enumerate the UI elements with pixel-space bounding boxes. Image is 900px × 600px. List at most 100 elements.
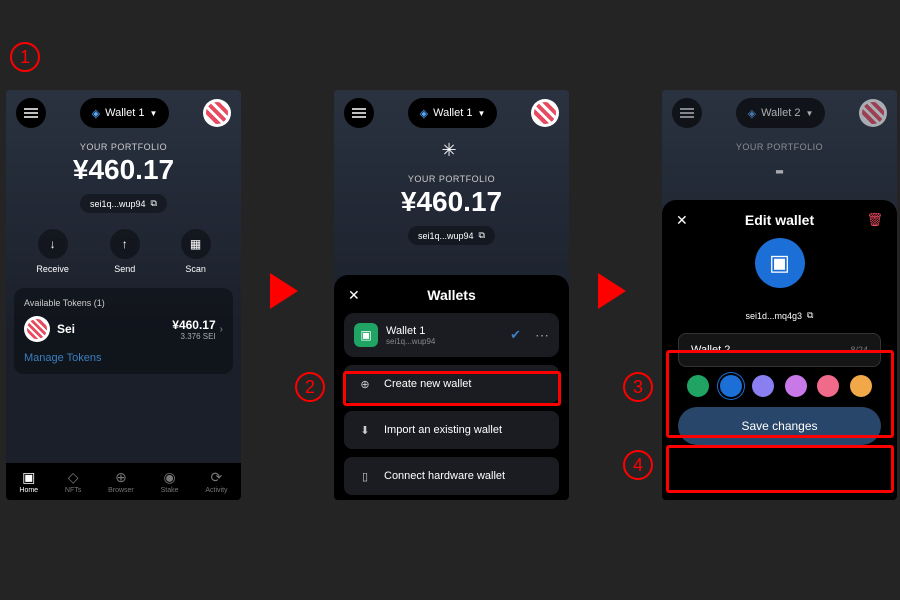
receive-button[interactable]: ↓ Receive — [36, 229, 69, 274]
nav-stake[interactable]: ◉Stake — [161, 469, 179, 494]
plus-icon: ⊕ — [356, 375, 374, 393]
nav-activity[interactable]: ⟳Activity — [205, 469, 227, 494]
chevron-down-icon: ▼ — [477, 109, 485, 118]
loading-spinner-icon — [442, 140, 462, 160]
save-button[interactable]: Save changes — [678, 407, 881, 445]
portfolio-label: YOUR PORTFOLIO — [6, 142, 241, 152]
delete-button[interactable]: 🗑 — [866, 212, 883, 228]
nft-icon: ◇ — [65, 469, 81, 485]
hamburger-icon — [24, 108, 38, 118]
wallet-row-name: Wallet 1 — [386, 325, 435, 337]
wallets-sheet: ✕ Wallets ▣ Wallet 1 sei1q...wup94 ✔ ⋯ ⊕… — [334, 275, 569, 500]
hardware-icon: ▯ — [356, 467, 374, 485]
portfolio-value: - — [662, 154, 897, 186]
menu-button[interactable] — [16, 98, 46, 128]
download-icon: ↓ — [50, 237, 56, 251]
token-row[interactable]: Sei ¥460.17 3.376 SEI › — [24, 316, 223, 342]
hardware-wallet-label: Connect hardware wallet — [384, 470, 505, 482]
app-logo — [859, 99, 887, 127]
portfolio-value: ¥460.17 — [334, 186, 569, 218]
app-logo — [531, 99, 559, 127]
nav-nfts[interactable]: ◇NFTs — [65, 469, 81, 494]
address-text: sei1d...mq4g3 — [746, 311, 803, 321]
diamond-icon: ◈ — [420, 107, 428, 120]
phone-screen-2: ◈ Wallet 1 ▼ YOUR PORTFOLIO ¥460.17 sei1… — [334, 90, 569, 500]
chevron-down-icon: ▼ — [805, 109, 813, 118]
wallet-avatar: ▣ — [755, 238, 805, 288]
step-badge-4: 4 — [623, 450, 653, 480]
portfolio-label: YOUR PORTFOLIO — [662, 142, 897, 152]
hamburger-icon — [352, 108, 366, 118]
step-badge-1: 1 — [10, 42, 40, 72]
address-text: sei1q...wup94 — [90, 199, 146, 209]
wallet-icon: ▣ — [354, 323, 378, 347]
address-pill[interactable]: sei1q...wup94 ⧉ — [80, 194, 167, 213]
wallet-selector-label: Wallet 2 — [761, 107, 800, 119]
color-purple[interactable] — [752, 375, 774, 397]
sheet-title: Wallets — [427, 287, 476, 303]
bottom-nav: ▣Home ◇NFTs ⊕Browser ◉Stake ⟳Activity — [6, 463, 241, 500]
manage-tokens-link[interactable]: Manage Tokens — [24, 352, 223, 364]
arrow-icon — [598, 273, 626, 309]
qr-icon: ▦ — [190, 237, 201, 251]
wallet-name-value: Wallet 2 — [691, 344, 730, 356]
scan-label: Scan — [185, 264, 206, 274]
menu-button[interactable] — [672, 98, 702, 128]
import-icon: ⬇ — [356, 421, 374, 439]
sheet-title: Edit wallet — [745, 212, 814, 228]
close-button[interactable]: ✕ — [676, 212, 688, 229]
close-button[interactable]: ✕ — [348, 287, 360, 304]
wallet-name-input[interactable]: Wallet 2 8/24 — [678, 333, 881, 367]
color-green[interactable] — [687, 375, 709, 397]
send-button[interactable]: ↑ Send — [110, 229, 140, 274]
chevron-down-icon: ▼ — [149, 109, 157, 118]
tokens-header: Available Tokens (1) — [24, 298, 223, 308]
wallet-row[interactable]: ▣ Wallet 1 sei1q...wup94 ✔ ⋯ — [344, 313, 559, 357]
address-text: sei1q...wup94 — [418, 231, 474, 241]
sei-token-icon — [24, 316, 50, 342]
token-amount: 3.376 SEI — [172, 332, 215, 341]
tokens-card: Available Tokens (1) Sei ¥460.17 3.376 S… — [14, 288, 233, 374]
scan-button[interactable]: ▦ Scan — [181, 229, 211, 274]
create-wallet-button[interactable]: ⊕ Create new wallet — [344, 365, 559, 403]
wallet-row-addr: sei1q...wup94 — [386, 337, 435, 346]
globe-icon: ⊕ — [113, 469, 129, 485]
wallet-selector[interactable]: ◈ Wallet 1 ▼ — [80, 98, 170, 128]
nav-home[interactable]: ▣Home — [19, 469, 38, 494]
chevron-right-icon: › — [220, 324, 223, 335]
hamburger-icon — [680, 108, 694, 118]
copy-icon: ⧉ — [479, 230, 485, 241]
diamond-icon: ◈ — [92, 107, 100, 120]
import-wallet-button[interactable]: ⬇ Import an existing wallet — [344, 411, 559, 449]
wallet-selector[interactable]: ◈ Wallet 2 ▼ — [736, 98, 826, 128]
stake-icon: ◉ — [162, 469, 178, 485]
step-badge-3: 3 — [623, 372, 653, 402]
color-rose[interactable] — [817, 375, 839, 397]
wallet-selector-label: Wallet 1 — [433, 107, 472, 119]
color-blue[interactable] — [720, 375, 742, 397]
diamond-icon: ◈ — [748, 107, 756, 120]
token-value: ¥460.17 — [172, 318, 215, 332]
portfolio-label: YOUR PORTFOLIO — [334, 174, 569, 184]
receive-label: Receive — [36, 264, 69, 274]
copy-icon: ⧉ — [151, 198, 157, 209]
color-picker — [682, 375, 877, 397]
arrow-icon — [270, 273, 298, 309]
more-icon[interactable]: ⋯ — [535, 327, 549, 344]
hardware-wallet-button[interactable]: ▯ Connect hardware wallet — [344, 457, 559, 495]
check-icon: ✔ — [510, 327, 521, 343]
nav-browser[interactable]: ⊕Browser — [108, 469, 134, 494]
menu-button[interactable] — [344, 98, 374, 128]
home-icon: ▣ — [21, 469, 37, 485]
import-wallet-label: Import an existing wallet — [384, 424, 502, 436]
edit-wallet-sheet: ✕ Edit wallet 🗑 ▣ sei1d...mq4g3 ⧉ Wallet… — [662, 200, 897, 500]
address-pill[interactable]: sei1d...mq4g3 ⧉ — [736, 306, 824, 325]
address-pill[interactable]: sei1q...wup94 ⧉ — [408, 226, 495, 245]
wallet-selector-label: Wallet 1 — [105, 107, 144, 119]
send-label: Send — [114, 264, 135, 274]
step-badge-2: 2 — [295, 372, 325, 402]
phone-screen-3: ◈ Wallet 2 ▼ YOUR PORTFOLIO - ✕ Edit wal… — [662, 90, 897, 500]
color-orange[interactable] — [850, 375, 872, 397]
wallet-selector[interactable]: ◈ Wallet 1 ▼ — [408, 98, 498, 128]
color-pink[interactable] — [785, 375, 807, 397]
